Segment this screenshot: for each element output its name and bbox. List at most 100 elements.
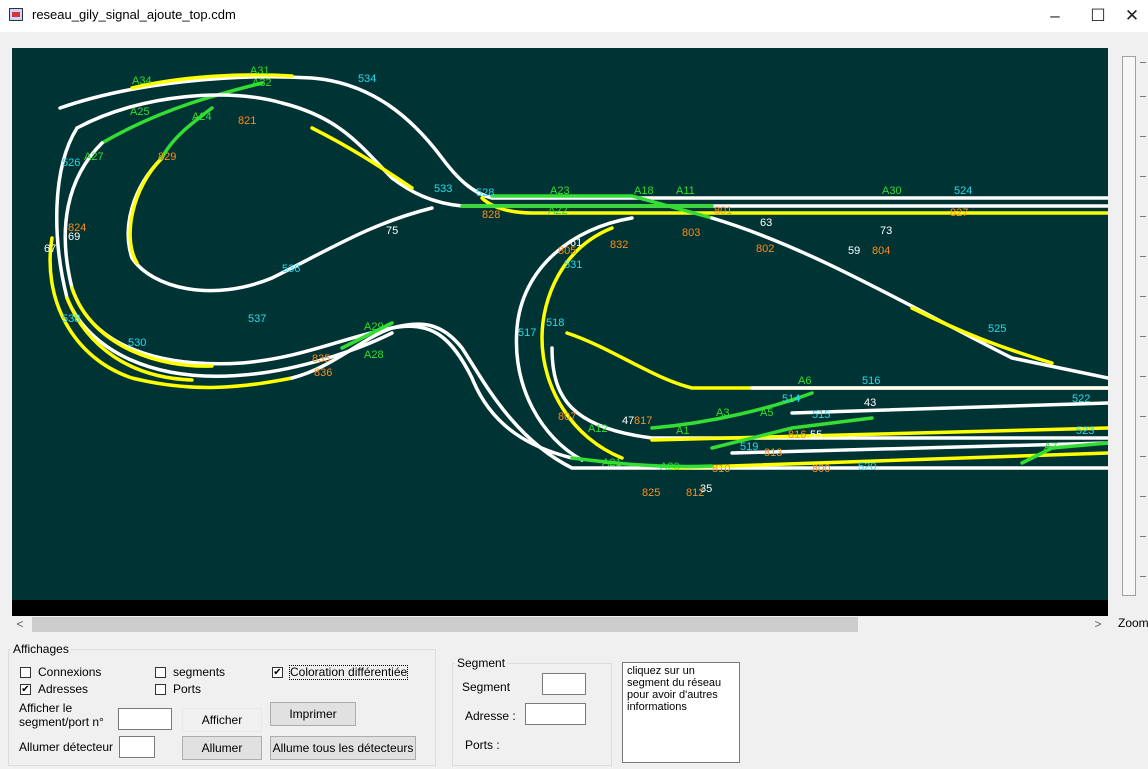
adresses-label: Adresses: [38, 682, 89, 696]
connexions-checkbox[interactable]: [20, 667, 31, 678]
address-label: 832: [610, 239, 628, 251]
detector-label: 518: [546, 317, 564, 329]
switch-label: A12: [588, 423, 608, 435]
address-label: 835: [312, 353, 330, 365]
switch-label: A29: [364, 321, 384, 333]
switch-label: A32: [252, 77, 272, 89]
detector-label: 516: [862, 375, 880, 387]
title-bar: reseau_gily_signal_ajoute_top.cdm – ☐ ✕: [0, 0, 1148, 32]
zoom-tick: [1140, 336, 1146, 337]
track-network-drawing[interactable]: A34 A31 A32 A25 A24 A27 A23 A22 A18 A11 …: [12, 48, 1110, 600]
address-label: 803: [682, 227, 700, 239]
detector-label: 515: [812, 409, 830, 421]
ports-checkbox[interactable]: [155, 684, 166, 695]
switch-label: A7: [1044, 441, 1057, 453]
detector-label: 534: [358, 73, 376, 85]
address-label: 804: [872, 245, 890, 257]
address-label: 813: [764, 447, 782, 459]
address-label: 836: [314, 367, 332, 379]
detecteur-number-input[interactable]: [119, 736, 155, 758]
switch-label: A1: [676, 425, 689, 437]
afficher-button[interactable]: Afficher: [182, 708, 262, 732]
switch-label: A23: [550, 185, 570, 197]
afficher-segment-label-line2: segment/port n°: [19, 715, 104, 729]
imprimer-button[interactable]: Imprimer: [270, 702, 356, 726]
address-label: 801: [714, 205, 732, 217]
horizontal-scroll-thumb[interactable]: [32, 617, 858, 632]
scroll-left-icon[interactable]: <: [12, 616, 28, 633]
detector-label: 526: [62, 157, 80, 169]
segment-port-number-input[interactable]: [118, 708, 172, 730]
switch-label: A6: [798, 375, 811, 387]
switch-label: A21: [602, 457, 622, 469]
adresse-value-field[interactable]: [525, 703, 586, 725]
allumer-detecteur-label: Allumer détecteur: [19, 740, 114, 754]
track-number-label: 59: [848, 245, 860, 257]
detector-label: 538: [62, 313, 80, 325]
zoom-label: Zoom: [1118, 616, 1148, 630]
zoom-tick: [1140, 96, 1146, 97]
address-label: 817: [634, 415, 652, 427]
detector-label: 520: [858, 461, 876, 473]
allume-tous-button[interactable]: Allume tous les détecteurs: [270, 736, 416, 760]
switch-label: A11: [676, 185, 695, 197]
zoom-slider[interactable]: [1118, 56, 1148, 600]
minimize-button[interactable]: –: [1037, 4, 1073, 28]
address-label: 829: [158, 151, 176, 163]
zoom-slider-track[interactable]: [1122, 56, 1136, 596]
switch-label: A28: [364, 349, 384, 361]
connexions-label: Connexions: [38, 665, 102, 679]
zoom-tick: [1140, 576, 1146, 577]
zoom-tick: [1140, 376, 1146, 377]
ports-info-label: Ports :: [465, 738, 500, 752]
info-box: cliquez sur un segment du réseau pour av…: [622, 662, 740, 763]
zoom-tick: [1140, 216, 1146, 217]
track-number-label: 75: [386, 225, 398, 237]
zoom-tick: [1140, 62, 1146, 63]
switch-label: A27: [84, 151, 104, 163]
app-icon: [9, 8, 23, 21]
segment-value-field[interactable]: [542, 673, 586, 695]
coloration-checkbox[interactable]: ✔: [272, 667, 283, 678]
segments-checkbox[interactable]: [155, 667, 166, 678]
track-number-label: 35: [700, 483, 712, 495]
affichages-legend: Affichages: [13, 642, 69, 656]
track-number-label: 47: [622, 415, 634, 427]
coloration-label: Coloration différentiée: [288, 665, 409, 680]
switch-label: A25: [130, 106, 150, 118]
allumer-button[interactable]: Allumer: [182, 736, 262, 760]
track-number-label: 73: [880, 225, 892, 237]
address-label: 816: [788, 429, 806, 441]
address-label: 825: [642, 487, 660, 499]
detector-label: 514: [782, 393, 800, 405]
switch-label: A22: [548, 205, 568, 217]
track-number-label: 63: [760, 217, 772, 229]
detector-label: 533: [434, 183, 452, 195]
track-number-label: 69: [68, 231, 80, 243]
close-button[interactable]: ✕: [1116, 4, 1148, 28]
detector-label: 522: [1072, 393, 1090, 405]
horizontal-scrollbar[interactable]: < >: [12, 616, 1108, 633]
switch-label: A34: [132, 75, 152, 87]
switch-label: A20: [660, 461, 680, 473]
switch-label: A30: [882, 185, 902, 197]
detector-label: 530: [128, 337, 146, 349]
segment-label: Segment: [462, 680, 511, 694]
zoom-tick: [1140, 416, 1146, 417]
zoom-tick: [1140, 456, 1146, 457]
zoom-tick: [1140, 496, 1146, 497]
track-network-canvas[interactable]: A34 A31 A32 A25 A24 A27 A23 A22 A18 A11 …: [12, 48, 1110, 600]
detector-label: 517: [518, 327, 536, 339]
detector-label: 523: [1076, 425, 1094, 437]
track-number-label: 43: [864, 397, 876, 409]
adresses-checkbox[interactable]: ✔: [20, 684, 31, 695]
detector-label: 537: [248, 313, 266, 325]
scroll-right-icon[interactable]: >: [1090, 616, 1106, 633]
switch-label: A31: [250, 65, 270, 77]
zoom-tick: [1140, 256, 1146, 257]
track-number-label: 67: [44, 243, 56, 255]
maximize-button[interactable]: ☐: [1080, 4, 1116, 28]
address-label: 810: [712, 463, 730, 475]
switch-label: A18: [634, 185, 654, 197]
zoom-tick: [1140, 536, 1146, 537]
